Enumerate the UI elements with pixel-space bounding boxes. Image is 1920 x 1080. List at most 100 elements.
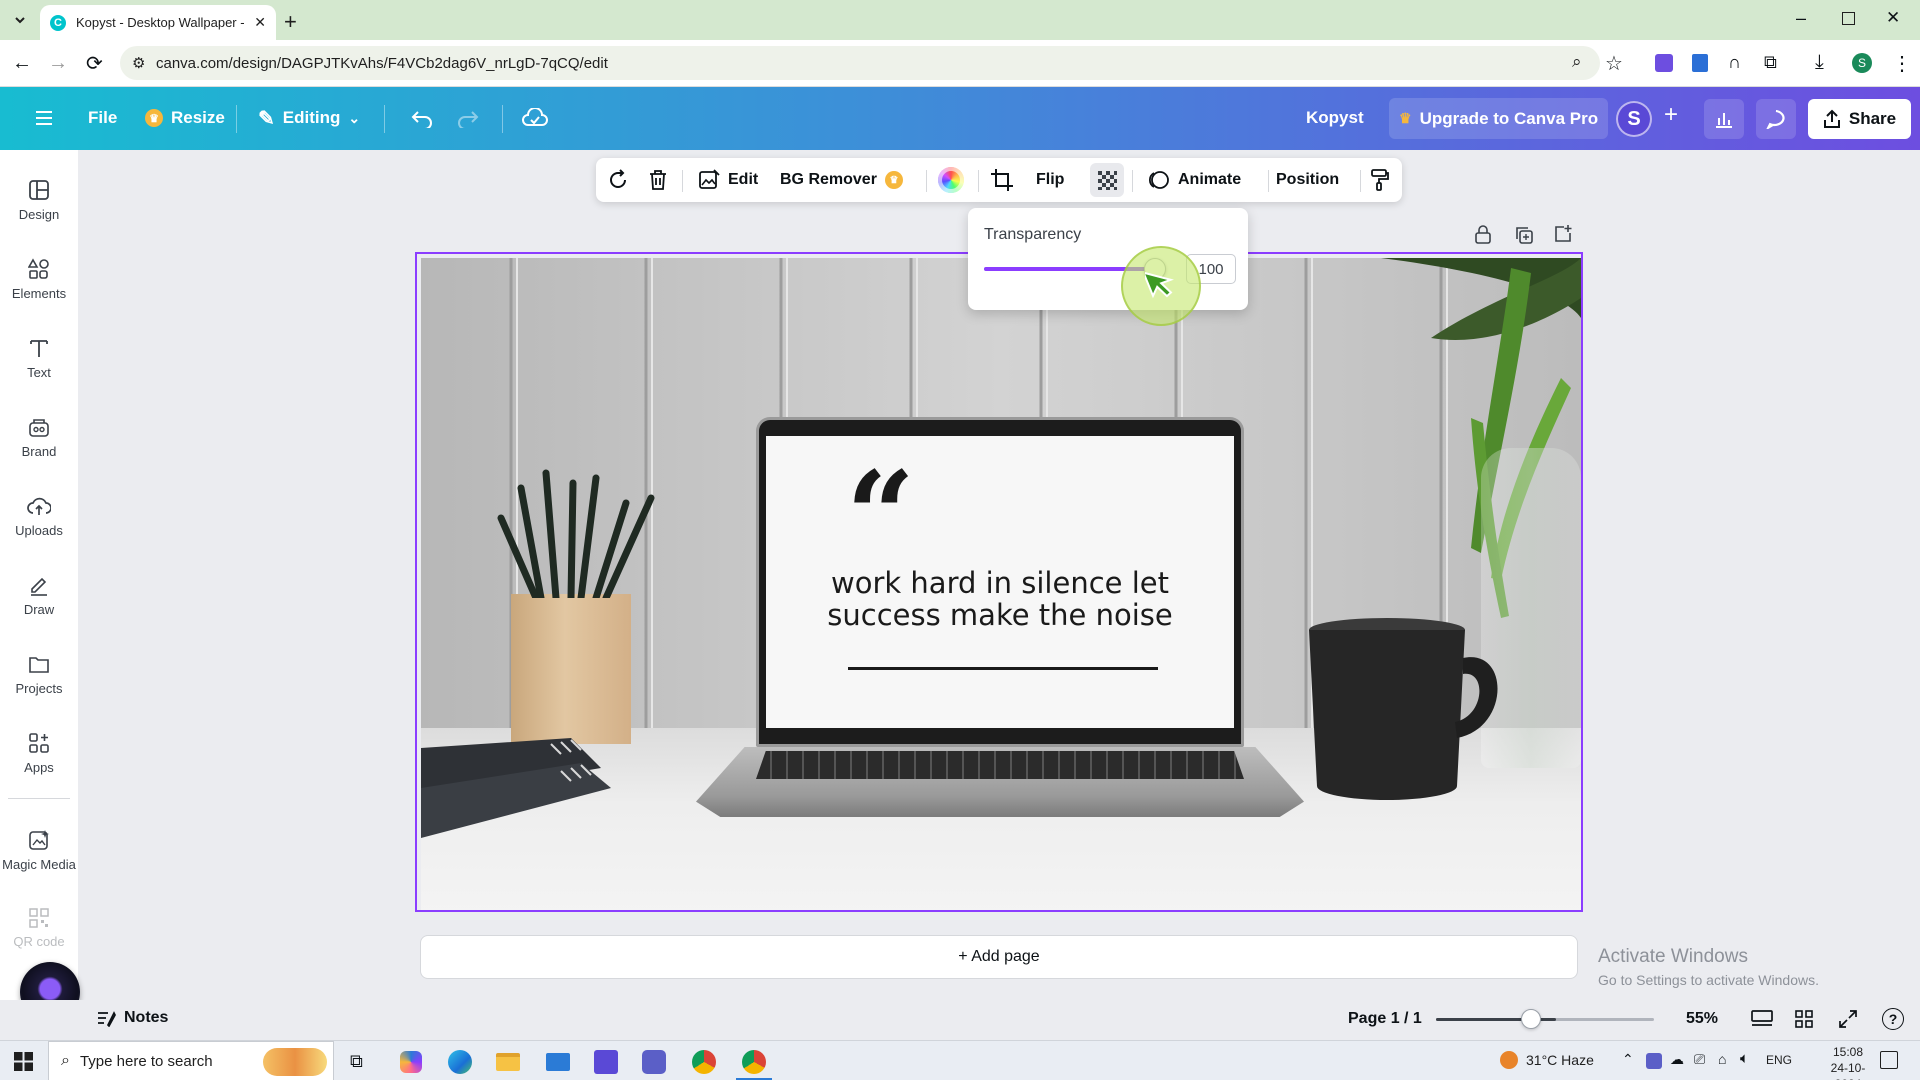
volume-icon[interactable]: 🔈︎	[1740, 1050, 1749, 1067]
tray-device-icon[interactable]: ⎚	[1694, 1051, 1705, 1068]
taskbar-app-icon[interactable]	[594, 1050, 618, 1074]
comments-button[interactable]	[1756, 99, 1796, 139]
new-tab-plus-icon[interactable]: +	[284, 9, 297, 35]
desk-photo-image[interactable]: “ work hard in silence let success make …	[421, 258, 1581, 910]
sidebar-item-text[interactable]: Text	[0, 322, 78, 394]
add-page-icon[interactable]	[1553, 224, 1573, 244]
task-view-icon[interactable]: ⧉	[350, 1051, 363, 1072]
sidebar-item-elements[interactable]: Elements	[0, 243, 78, 315]
extension-arc-icon[interactable]: ∩	[1728, 52, 1741, 73]
zoom-percentage[interactable]: 55%	[1686, 1010, 1718, 1028]
extension-canva-icon[interactable]	[1655, 54, 1673, 72]
duplicate-page-icon[interactable]	[1514, 225, 1534, 245]
sidebar-item-magic-media[interactable]: Magic Media	[0, 814, 78, 886]
sidebar-item-label: Text	[27, 364, 51, 380]
trash-icon	[650, 170, 666, 190]
network-icon[interactable]: ⌂	[1718, 1051, 1726, 1067]
profile-avatar-icon[interactable]: S	[1852, 53, 1872, 73]
taskbar-search-box[interactable]: ⌕ Type here to search	[48, 1041, 334, 1080]
undo-button[interactable]	[400, 99, 444, 137]
weather-widget[interactable]: 31°C Haze	[1500, 1051, 1594, 1069]
restore-window-icon[interactable]	[1842, 12, 1855, 25]
system-tray-chevron-icon[interactable]: ⌃	[1622, 1051, 1634, 1068]
browser-tab-active[interactable]: C Kopyst - Desktop Wallpaper - C ✕	[40, 5, 276, 40]
redo-button[interactable]	[446, 99, 490, 137]
back-arrow-icon[interactable]: ←	[12, 52, 32, 75]
notes-button[interactable]: Notes	[96, 1009, 168, 1027]
transparency-button[interactable]	[1090, 163, 1124, 197]
document-title[interactable]: Kopyst	[1296, 99, 1374, 137]
sidebar-item-qr-code[interactable]: QR code	[0, 892, 78, 964]
page-view-icon[interactable]	[1750, 1009, 1774, 1029]
bookmark-star-icon[interactable]: ☆	[1605, 51, 1623, 76]
add-page-button[interactable]: + Add page	[420, 935, 1578, 979]
upgrade-pro-button[interactable]: ♛ Upgrade to Canva Pro	[1389, 98, 1609, 139]
download-icon[interactable]: ⤓	[1815, 51, 1824, 74]
sidebar-item-draw[interactable]: Draw	[0, 559, 78, 631]
quote-text[interactable]: work hard in silence let success make th…	[816, 567, 1184, 631]
comment-bubble-icon	[1766, 110, 1785, 129]
sidebar-item-apps[interactable]: Apps	[0, 717, 78, 789]
reload-icon[interactable]: ⟳	[86, 51, 103, 76]
file-menu-button[interactable]: File	[78, 99, 127, 137]
edit-image-button[interactable]: Edit	[698, 158, 758, 202]
windows-start-icon[interactable]	[14, 1052, 33, 1071]
tray-app-icon[interactable]	[1646, 1053, 1662, 1069]
url-bar[interactable]: ⚙ canva.com/design/DAGPJTKvAhs/F4VCb2dag…	[120, 46, 1600, 80]
sidebar-item-design[interactable]: Design	[0, 164, 78, 236]
share-button[interactable]: Share	[1808, 99, 1911, 139]
zoom-magnifier-icon[interactable]: ⌕	[1572, 52, 1582, 72]
taskbar-edge-icon[interactable]	[448, 1050, 472, 1074]
zoom-slider-handle[interactable]	[1521, 1009, 1541, 1029]
main-menu-icon[interactable]	[24, 99, 64, 137]
fullscreen-icon[interactable]	[1838, 1009, 1858, 1029]
onedrive-cloud-icon[interactable]: ☁	[1670, 1051, 1684, 1068]
notification-center-icon[interactable]	[1880, 1051, 1898, 1069]
keyboard-language[interactable]: ENG	[1766, 1053, 1792, 1067]
taskbar-mail-icon[interactable]	[546, 1053, 570, 1071]
color-adjust-button[interactable]	[938, 158, 964, 202]
taskbar-teams-icon[interactable]	[642, 1050, 666, 1074]
bar-chart-icon	[1716, 113, 1732, 128]
flip-button[interactable]: Flip	[1036, 158, 1064, 202]
taskbar-file-explorer-icon[interactable]	[496, 1053, 520, 1071]
add-collaborator-plus-icon[interactable]: +	[1656, 101, 1686, 137]
lock-page-icon[interactable]	[1474, 224, 1492, 244]
sidebar-item-uploads[interactable]: Uploads	[0, 480, 78, 552]
copy-style-button[interactable]	[1370, 158, 1390, 202]
extension-doc-icon[interactable]	[1692, 54, 1708, 72]
design-page[interactable]: “ work hard in silence let success make …	[415, 252, 1583, 912]
cloud-save-status-icon[interactable]	[512, 99, 558, 137]
help-icon[interactable]: ?	[1882, 1008, 1904, 1030]
animate-button[interactable]: Animate	[1148, 158, 1241, 202]
close-tab-icon[interactable]: ✕	[254, 14, 266, 31]
browser-menu-icon[interactable]: ⋮	[1892, 51, 1912, 76]
sidebar-divider	[8, 798, 70, 799]
minimize-window-icon[interactable]: –	[1796, 8, 1806, 29]
delete-button[interactable]	[647, 158, 669, 202]
close-window-icon[interactable]: ✕	[1886, 8, 1900, 28]
grid-view-icon[interactable]	[1794, 1009, 1814, 1029]
editing-mode-button[interactable]: ✎ Editing ⌄	[248, 99, 370, 137]
replace-image-button[interactable]	[606, 158, 630, 202]
taskbar-chrome-icon[interactable]	[692, 1050, 716, 1074]
tab-list-chevron-icon[interactable]	[10, 10, 30, 30]
bg-remover-button[interactable]: BG Remover ♛	[780, 158, 903, 202]
sidebar-item-projects[interactable]: Projects	[0, 638, 78, 710]
resize-button[interactable]: ♛ Resize	[135, 99, 235, 137]
forward-arrow-icon[interactable]: →	[48, 52, 68, 75]
position-button[interactable]: Position	[1276, 158, 1339, 202]
taskbar-copilot-icon[interactable]	[400, 1051, 422, 1073]
sidebar-item-brand[interactable]: Brand	[0, 401, 78, 473]
user-avatar[interactable]: S	[1616, 101, 1652, 137]
site-info-icon[interactable]: ⚙	[132, 54, 145, 72]
page-indicator[interactable]: Page 1 / 1	[1348, 1010, 1422, 1028]
extensions-puzzle-icon[interactable]: ⧉	[1764, 52, 1777, 73]
crop-button[interactable]	[990, 158, 1014, 202]
taskbar-clock[interactable]: 15:08 24-10-2024	[1818, 1044, 1878, 1080]
zoom-slider-track[interactable]	[1436, 1018, 1654, 1021]
taskbar-chrome-active-icon[interactable]	[742, 1050, 766, 1074]
insights-button[interactable]	[1704, 99, 1744, 139]
upgrade-label: Upgrade to Canva Pro	[1419, 108, 1599, 128]
edit-label: Edit	[728, 171, 759, 188]
